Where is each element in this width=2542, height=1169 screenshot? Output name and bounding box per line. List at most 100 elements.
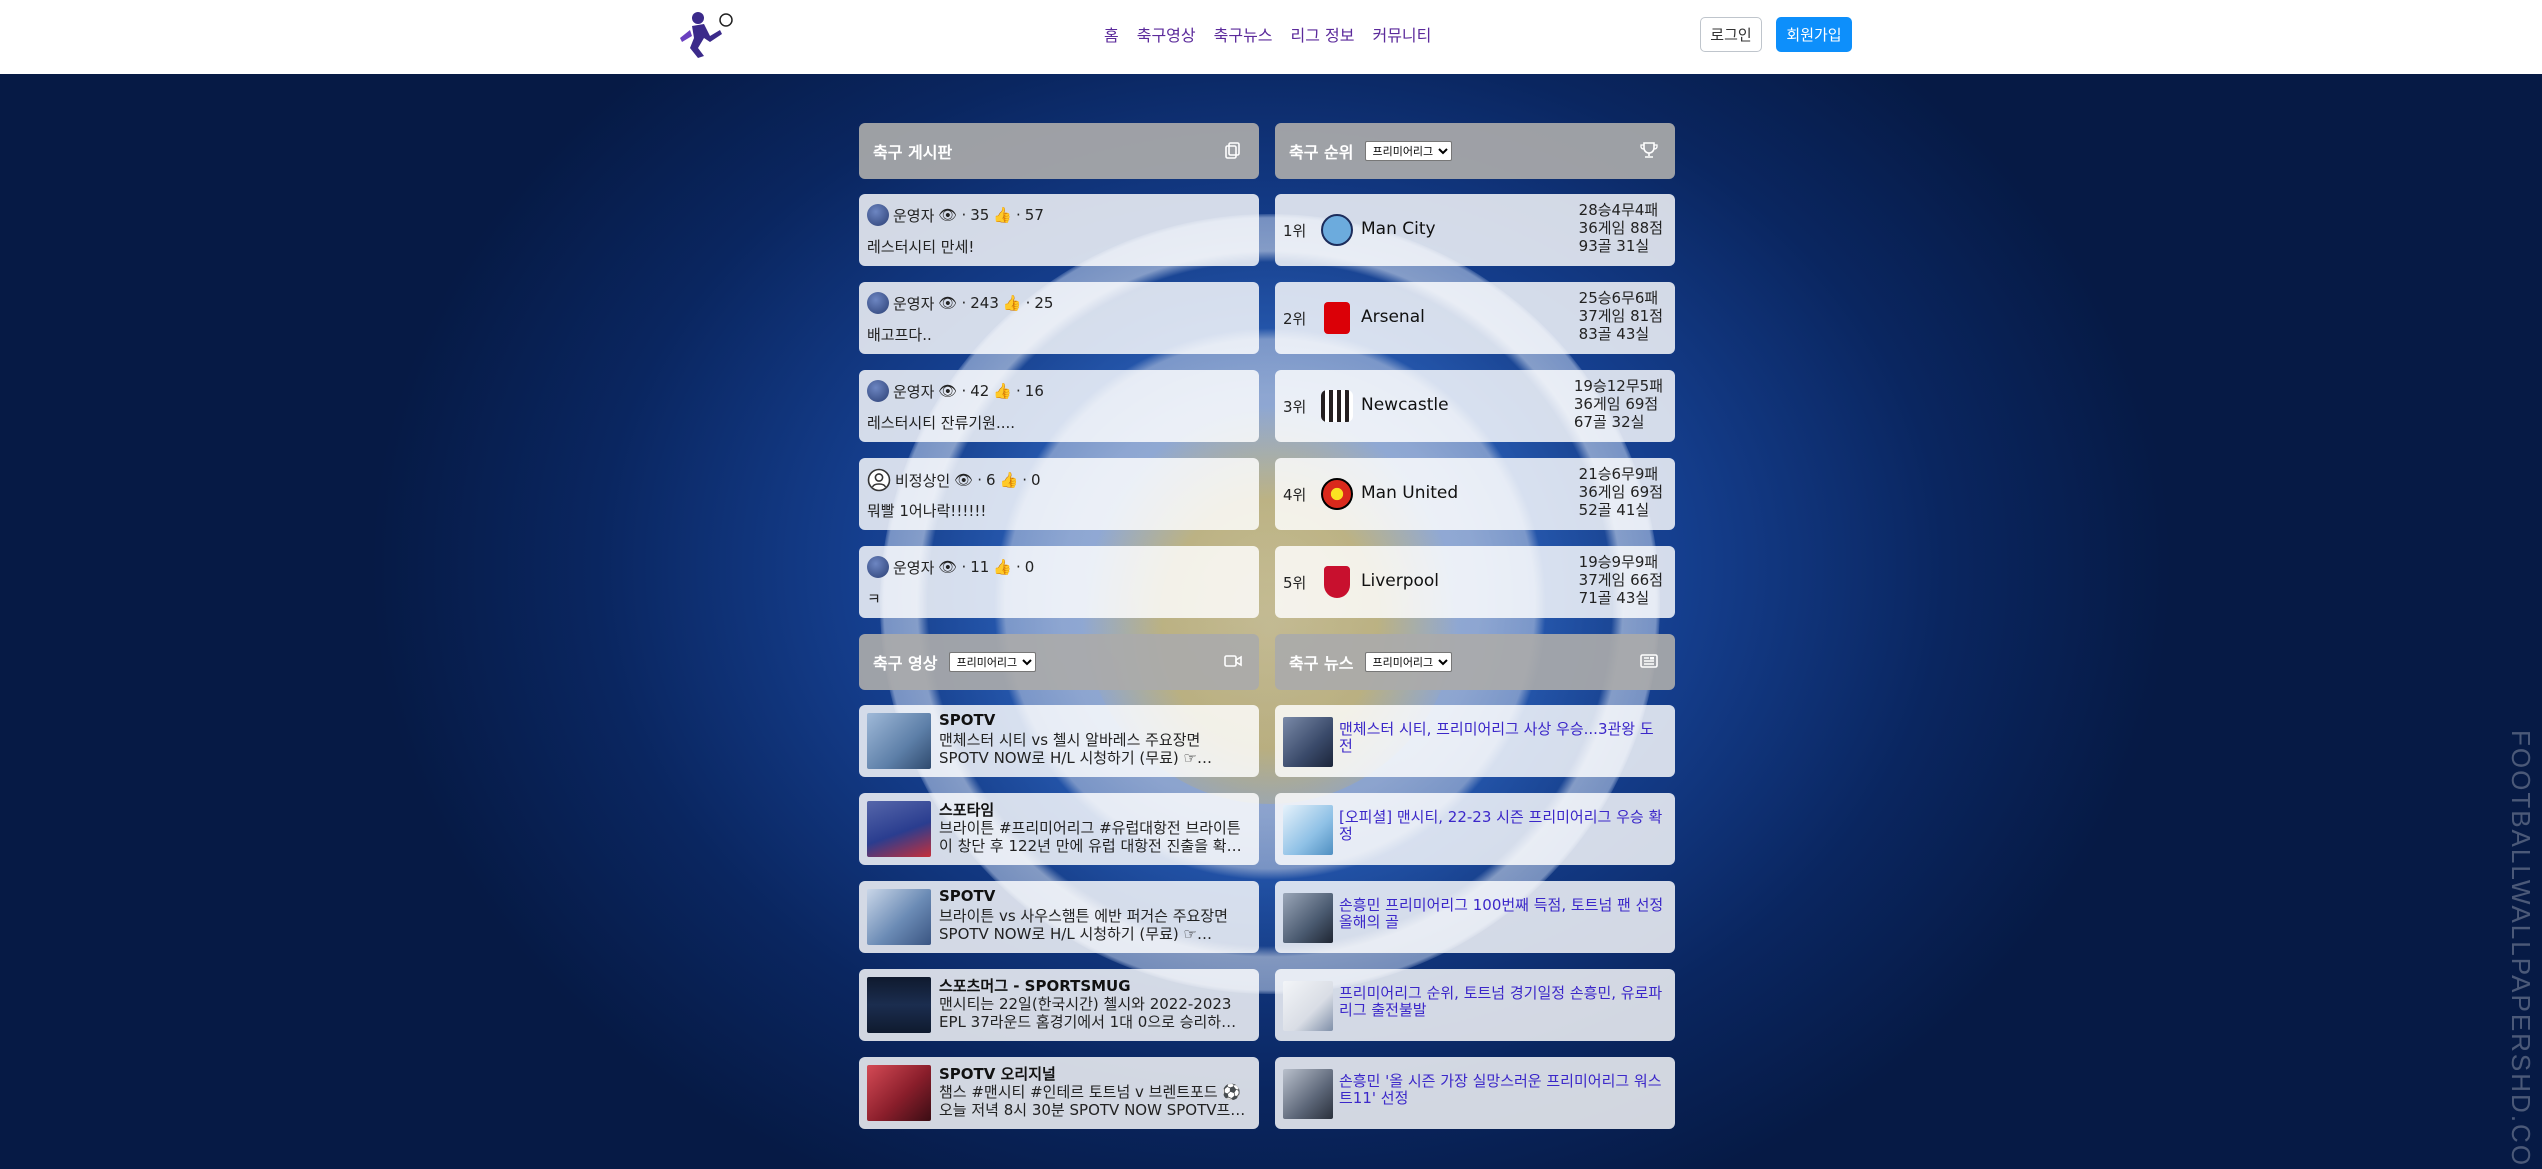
team-goals: 71골 43실 [1578,589,1650,607]
standings-row[interactable]: 1위 Man City 28승4무4패 36게임 88점 93골 31실 [1275,194,1675,266]
team-name: Liverpool [1361,571,1440,591]
standings-row[interactable]: 2위 Arsenal 25승6무6패 37게임 81점 83골 43실 [1275,282,1675,354]
news-thumbnail[interactable] [1283,893,1333,943]
team-crest-icon [1321,478,1353,510]
video-thumbnail[interactable] [867,889,931,945]
site-logo[interactable] [668,8,740,60]
news-thumbnail[interactable] [1283,981,1333,1031]
video-channel: SPOTV [939,887,996,905]
background-wallpaper [0,74,2542,1169]
views-icon: 👁 [938,206,958,224]
team-name: Arsenal [1361,307,1425,327]
post-text: 뭐빨 1어나락!!!!!! [867,502,987,520]
news-headline-link[interactable]: 손흥민 프리미어리그 100번째 득점, 토트넘 팬 선정 올해의 골 [1339,897,1665,931]
newspaper-icon[interactable] [1639,651,1659,671]
video-thumbnail[interactable] [867,713,931,769]
like-icon: 👍 [993,206,1013,224]
post-views: 35 [970,206,990,224]
video-desc-line: 맨체스터 시티 vs 첼시 알바레스 주요장면 [939,731,1201,749]
nav-videos[interactable]: 축구영상 [1137,22,1196,46]
standings-row[interactable]: 3위 Newcastle 19승12무5패 36게임 69점 67골 32실 [1275,370,1675,442]
news-headline-link[interactable]: 손흥민 '올 시즌 가장 실망스러운 프리미어리그 워스트11' 선정 [1339,1073,1665,1107]
signup-button[interactable]: 회원가입 [1776,17,1852,52]
video-title: 축구 영상 [873,654,938,673]
video-channel: SPOTV 오리지널 [939,1065,1056,1083]
standings-league-select[interactable]: 프리미어리그 [1365,141,1453,161]
post-meta: 운영자 👁 · 42 👍 · 16 [867,380,1044,402]
video-channel: SPOTV [939,711,996,729]
video-description: 맨체스터 시티 vs 첼시 알바레스 주요장면 SPOTV NOW로 H/L 시… [939,731,1249,767]
news-item[interactable]: [오피셜] 맨시티, 22-23 시즌 프리미어리그 우승 확정 [1275,793,1675,865]
news-item[interactable]: 맨체스터 시티, 프리미어리그 사상 우승...3관왕 도전 [1275,705,1675,777]
team-rank: 2위 [1283,310,1307,328]
video-channel: 스포타임 [939,801,995,819]
team-record: 19승12무5패 [1573,377,1663,395]
video-league-select[interactable]: 프리미어리그 [949,652,1037,672]
team-games-points: 37게임 66점 [1578,571,1663,589]
video-item[interactable]: 스포츠머그 - SPORTSMUG 맨시티는 22일(한국시간) 첼시와 202… [859,969,1259,1041]
board-post[interactable]: 비정상인 👁 · 6 👍 · 0 뭐빨 1어나락!!!!!! [859,458,1259,530]
board-post[interactable]: 운영자 👁 · 243 👍 · 25 배고프다.. [859,282,1259,354]
post-text: 배고프다.. [867,326,932,344]
copy-icon[interactable] [1223,140,1243,160]
video-item[interactable]: 스포타임 브라이튼 #프리미어리그 #유럽대항전 브라이튼 이 창단 후 122… [859,793,1259,865]
standings-title: 축구 순위 [1289,143,1354,162]
news-headline-link[interactable]: 프리미어리그 순위, 토트넘 경기일정 손흥민, 유로파리그 출전불발 [1339,985,1665,1019]
views-icon: 👁 [938,558,958,576]
news-thumbnail[interactable] [1283,717,1333,767]
news-headline-link[interactable]: 맨체스터 시티, 프리미어리그 사상 우승...3관왕 도전 [1339,721,1665,755]
post-text: ㅋ [867,590,881,608]
post-author: 비정상인 [895,471,951,490]
standings-row[interactable]: 4위 Man United 21승6무9패 36게임 69점 52골 41실 [1275,458,1675,530]
author-avatar [867,556,889,578]
news-thumbnail[interactable] [1283,1069,1333,1119]
team-record: 25승6무6패 [1578,289,1659,307]
team-rank: 4위 [1283,486,1307,504]
post-views: 6 [986,471,996,489]
board-post[interactable]: 운영자 👁 · 42 👍 · 16 레스터시티 잔류기원.... [859,370,1259,442]
video-item[interactable]: SPOTV 맨체스터 시티 vs 첼시 알바레스 주요장면 SPOTV NOW로… [859,705,1259,777]
video-thumbnail[interactable] [867,977,931,1033]
news-item[interactable]: 손흥민 '올 시즌 가장 실망스러운 프리미어리그 워스트11' 선정 [1275,1057,1675,1129]
wallpaper-watermark: FOOTBALLWALLPAPERSHD.COM [2506,730,2536,1169]
video-channel: 스포츠머그 - SPORTSMUG [939,977,1131,995]
team-rank: 3위 [1283,398,1307,416]
team-stats: 19승9무9패 37게임 66점 71골 43실 [1579,553,1663,607]
team-stats: 28승4무4패 36게임 88점 93골 31실 [1579,201,1663,255]
trophy-icon[interactable] [1639,140,1659,160]
news-item[interactable]: 손흥민 프리미어리그 100번째 득점, 토트넘 팬 선정 올해의 골 [1275,881,1675,953]
login-button[interactable]: 로그인 [1700,17,1762,52]
team-crest-icon [1324,302,1350,334]
post-likes: 0 [1024,558,1035,576]
nav-home[interactable]: 홈 [1104,22,1119,46]
team-record: 19승9무9패 [1578,553,1659,571]
video-icon[interactable] [1223,651,1243,671]
video-desc-line: 챔스 #맨시티 #인테르 토트넘 v 브렌트포드 ⚽ [939,1083,1242,1101]
nav-news[interactable]: 축구뉴스 [1214,22,1273,46]
news-headline-link[interactable]: [오피셜] 맨시티, 22-23 시즌 프리미어리그 우승 확정 [1339,809,1665,843]
author-avatar [867,292,889,314]
standings-row[interactable]: 5위 Liverpool 19승9무9패 37게임 66점 71골 43실 [1275,546,1675,618]
team-stats: 19승12무5패 36게임 69점 67골 32실 [1574,377,1663,431]
nav-community[interactable]: 커뮤니티 [1372,22,1431,46]
news-league-select[interactable]: 프리미어리그 [1365,652,1453,672]
post-meta: 운영자 👁 · 11 👍 · 0 [867,556,1034,578]
board-post[interactable]: 운영자 👁 · 35 👍 · 57 레스터시티 만세! [859,194,1259,266]
video-item[interactable]: SPOTV 오리지널 챔스 #맨시티 #인테르 토트넘 v 브렌트포드 ⚽ 오늘… [859,1057,1259,1129]
video-desc-line: 맨시티는 22일(한국시간) 첼시와 2022-2023 [939,995,1232,1013]
nav-league-info[interactable]: 리그 정보 [1291,22,1355,46]
news-item[interactable]: 프리미어리그 순위, 토트넘 경기일정 손흥민, 유로파리그 출전불발 [1275,969,1675,1041]
video-thumbnail[interactable] [867,1065,931,1121]
video-thumbnail[interactable] [867,801,931,857]
post-likes: 16 [1024,382,1044,400]
video-desc-line: SPOTV NOW로 H/L 시청하기 (무료) ☞… [939,749,1212,767]
author-avatar [867,380,889,402]
team-name: Newcastle [1361,395,1449,415]
post-meta: 운영자 👁 · 35 👍 · 57 [867,204,1044,226]
like-icon: 👍 [1002,294,1022,312]
board-post[interactable]: 운영자 👁 · 11 👍 · 0 ㅋ [859,546,1259,618]
video-item[interactable]: SPOTV 브라이튼 vs 사우스햄튼 에반 퍼거슨 주요장면 SPOTV NO… [859,881,1259,953]
post-likes: 25 [1034,294,1054,312]
news-thumbnail[interactable] [1283,805,1333,855]
team-games-points: 36게임 88점 [1578,219,1663,237]
